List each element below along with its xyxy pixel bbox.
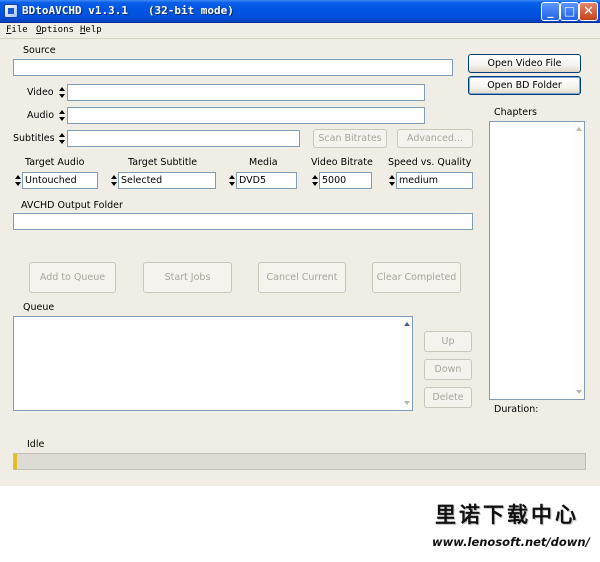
add-to-queue-button[interactable]: Add to Queue	[29, 262, 116, 293]
open-bd-folder-button[interactable]: Open BD Folder	[468, 76, 581, 95]
app-icon	[4, 4, 18, 18]
speed-quality-select[interactable]: medium	[396, 172, 473, 189]
video-bitrate-label: Video Bitrate	[311, 157, 373, 168]
audio-label: Audio	[27, 110, 55, 121]
scroll-down-icon[interactable]	[576, 390, 582, 394]
target-subtitle-select[interactable]: Selected	[118, 172, 216, 189]
video-select[interactable]	[67, 84, 425, 101]
chapters-scrollbar[interactable]	[574, 122, 584, 399]
media-label: Media	[249, 157, 278, 168]
queue-up-button[interactable]: Up	[424, 331, 472, 352]
video-spinner-icon[interactable]	[58, 84, 66, 101]
scroll-up-icon[interactable]	[576, 127, 582, 131]
menu-bar: File Options Help	[0, 23, 600, 39]
start-jobs-button[interactable]: Start Jobs	[143, 262, 232, 293]
source-label: Source	[23, 45, 56, 56]
scan-bitrates-button[interactable]: Scan Bitrates	[313, 129, 387, 148]
progress-bar	[13, 453, 586, 470]
speed-quality-label: Speed vs. Quality	[388, 157, 472, 168]
queue-down-button[interactable]: Down	[424, 359, 472, 380]
open-video-file-button[interactable]: Open Video File	[468, 54, 581, 73]
video-label: Video	[27, 87, 54, 98]
subtitles-label: Subtitles	[13, 133, 55, 144]
watermark-chinese: 里诺下载中心	[435, 502, 579, 527]
target-audio-spinner-icon[interactable]	[14, 172, 22, 189]
audio-spinner-icon[interactable]	[58, 107, 66, 124]
media-spinner-icon[interactable]	[228, 172, 236, 189]
menu-help[interactable]: Help	[80, 25, 102, 35]
menu-options[interactable]: Options	[36, 25, 74, 35]
window-title: BDtoAVCHD v1.3.1 (32-bit mode)	[22, 4, 234, 17]
target-subtitle-spinner-icon[interactable]	[110, 172, 118, 189]
queue-delete-button[interactable]: Delete	[424, 387, 472, 408]
output-folder-field[interactable]	[13, 213, 473, 230]
source-field[interactable]	[13, 59, 453, 76]
cancel-current-button[interactable]: Cancel Current	[258, 262, 346, 293]
queue-scrollbar[interactable]	[402, 317, 412, 410]
progress-fill	[14, 454, 17, 469]
watermark-url: www.lenosoft.net/down/	[432, 535, 590, 549]
title-bar[interactable]: BDtoAVCHD v1.3.1 (32-bit mode) _ □ ✕	[0, 0, 600, 23]
target-subtitle-label: Target Subtitle	[128, 157, 198, 168]
queue-list[interactable]	[13, 316, 413, 411]
main-window: BDtoAVCHD v1.3.1 (32-bit mode) _ □ ✕ Fil…	[0, 0, 600, 486]
close-button[interactable]: ✕	[579, 2, 598, 21]
status-text: Idle	[27, 439, 45, 450]
chapters-list[interactable]	[489, 121, 585, 400]
minimize-button[interactable]: _	[541, 2, 560, 21]
subtitles-select[interactable]	[67, 130, 300, 147]
subtitles-spinner-icon[interactable]	[58, 130, 66, 147]
scroll-down-icon[interactable]	[404, 401, 410, 405]
video-bitrate-spinner-icon[interactable]	[311, 172, 319, 189]
video-bitrate-input[interactable]: 5000	[319, 172, 372, 189]
advanced-button[interactable]: Advanced...	[397, 129, 473, 148]
target-audio-label: Target Audio	[25, 157, 85, 168]
clear-completed-button[interactable]: Clear Completed	[372, 262, 461, 293]
chapters-label: Chapters	[494, 107, 537, 118]
output-folder-label: AVCHD Output Folder	[21, 200, 123, 211]
scroll-up-icon[interactable]	[404, 322, 410, 326]
media-select[interactable]: DVD5	[236, 172, 297, 189]
maximize-button[interactable]: □	[560, 2, 579, 21]
audio-select[interactable]	[67, 107, 425, 124]
menu-file[interactable]: File	[6, 25, 28, 35]
queue-label: Queue	[23, 302, 55, 313]
speed-quality-spinner-icon[interactable]	[388, 172, 396, 189]
target-audio-select[interactable]: Untouched	[22, 172, 98, 189]
duration-label: Duration:	[494, 404, 539, 415]
